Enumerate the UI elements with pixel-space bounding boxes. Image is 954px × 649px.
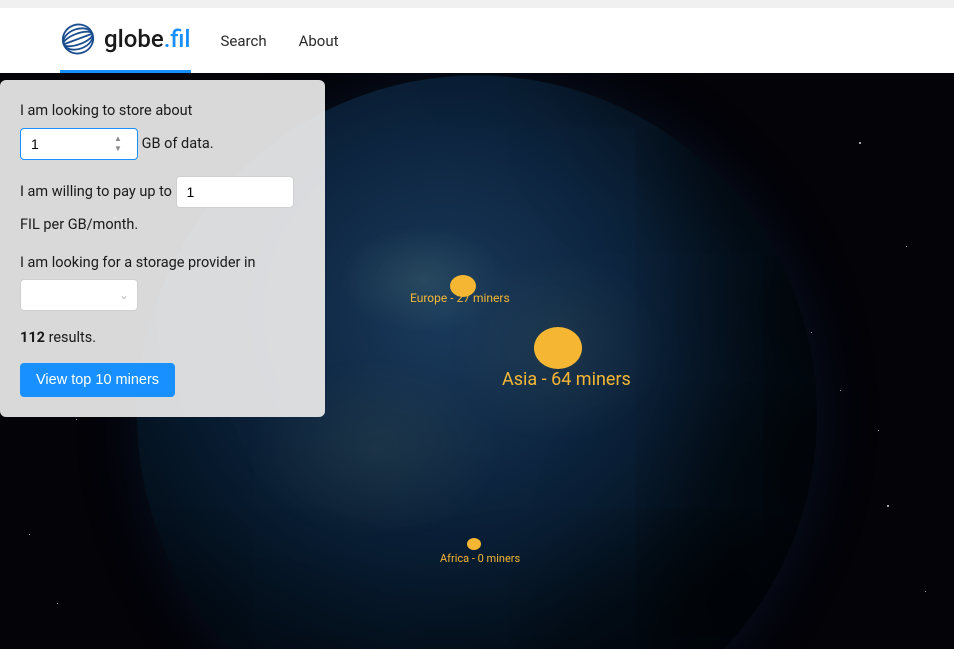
store-amount-input[interactable] [31,136,111,152]
provider-label: I am looking for a storage provider in [20,252,305,274]
results-count: 112 [20,329,45,346]
results-line: 112 results. [20,327,305,349]
logo[interactable]: globe.fil [60,8,191,73]
header: globe.fil Search About [0,0,954,73]
store-amount-input-wrap: ▲ ▼ [20,128,138,160]
results-suffix: results. [45,329,96,346]
pay-row: I am willing to pay up to FIL per GB/mon… [20,176,305,236]
store-decrement[interactable]: ▼ [111,144,125,154]
store-increment[interactable]: ▲ [111,134,125,144]
view-miners-button[interactable]: View top 10 miners [20,363,175,397]
chevron-down-icon: ⌄ [119,286,129,304]
provider-row: I am looking for a storage provider in ⌄ [20,252,305,312]
pay-amount-input[interactable] [187,184,267,200]
store-spinner: ▲ ▼ [111,134,125,154]
search-panel: I am looking to store about ▲ ▼ GB of da… [0,80,325,417]
logo-text: globe.fil [104,25,191,53]
nav-about[interactable]: About [299,32,339,50]
pay-amount-input-wrap [176,176,294,208]
globe-logo-icon [60,21,96,57]
marker-label-europe: Europe - 27 miners [410,291,510,305]
pay-prefix: I am willing to pay up to [20,183,176,200]
nav-search[interactable]: Search [221,32,267,50]
nav: Search About [221,32,339,50]
provider-select[interactable]: ⌄ [20,279,138,311]
marker-label-asia: Asia - 64 miners [502,369,631,390]
marker-africa[interactable] [467,538,481,550]
pay-suffix: FIL per GB/month. [20,214,305,236]
store-label: I am looking to store about [20,100,305,122]
store-suffix: GB of data. [138,135,214,152]
store-row: I am looking to store about ▲ ▼ GB of da… [20,100,305,160]
marker-asia[interactable] [534,327,582,369]
marker-label-africa: Africa - 0 miners [440,552,520,565]
